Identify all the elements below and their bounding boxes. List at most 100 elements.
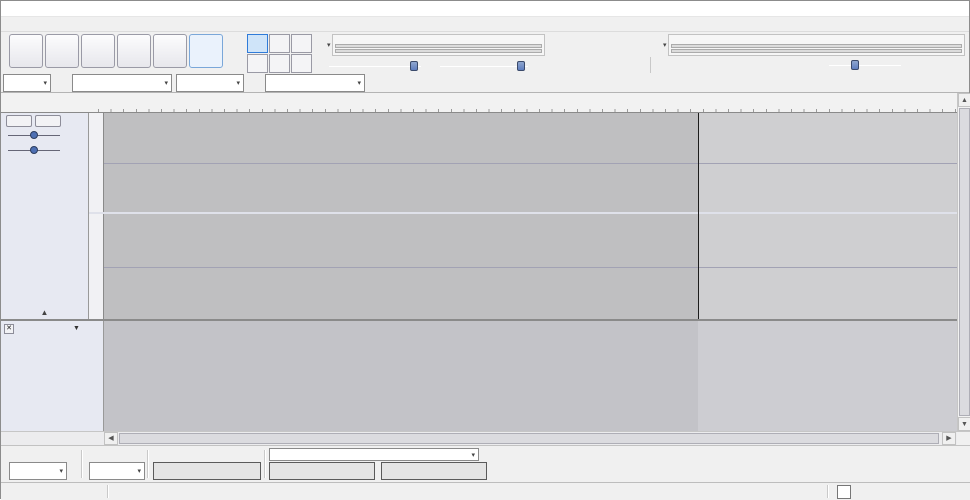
project-rate-select[interactable]: ▾	[9, 462, 67, 480]
zoom-tool-button[interactable]	[247, 54, 268, 73]
horizontal-scrollbar[interactable]: ◀ ▶	[1, 431, 970, 445]
device-toolbar: ▾ ▾ ▾ ▾	[3, 74, 365, 92]
audio-host-select[interactable]: ▾	[3, 74, 51, 92]
record-button[interactable]	[189, 34, 223, 68]
chevron-down-icon: ▾	[354, 79, 361, 87]
label-track-panel[interactable]: ✕ ▼	[1, 321, 104, 431]
audacity-window: ▾ ▾	[0, 0, 970, 499]
recording-meter-bar-left	[335, 44, 542, 48]
toolbar-separator	[81, 450, 82, 478]
playback-volume-slider[interactable]	[440, 59, 528, 73]
collapse-track-icon[interactable]: ▲	[41, 308, 49, 317]
recording-channels-select[interactable]: ▾	[176, 74, 244, 92]
waveform-channel-right[interactable]	[104, 214, 957, 319]
snap-to-select[interactable]: ▾	[89, 462, 145, 480]
microphone-icon	[313, 59, 326, 73]
playback-meter-scale	[671, 35, 962, 43]
close-button[interactable]	[940, 1, 969, 16]
slider-thumb[interactable]	[410, 61, 418, 71]
slider-thumb[interactable]	[30, 131, 38, 139]
recording-meter-bar-right	[335, 49, 542, 53]
vertical-ruler-ch2[interactable]	[89, 214, 104, 319]
track-control-panel[interactable]: ▲	[1, 113, 89, 319]
playback-device-select[interactable]: ▾	[265, 74, 365, 92]
mixer-toolbar	[313, 58, 545, 74]
minimize-button[interactable]	[882, 1, 911, 16]
timeline-ruler[interactable]	[1, 93, 957, 113]
speaker-icon	[248, 76, 261, 90]
selection-tool-button[interactable]	[247, 34, 268, 53]
stop-button[interactable]	[81, 34, 115, 68]
audio-position-field[interactable]	[153, 462, 261, 480]
playback-speed-slider[interactable]	[829, 58, 901, 72]
undo-button[interactable]	[656, 56, 674, 74]
audacity-logo-icon	[6, 3, 18, 15]
close-track-button[interactable]: ✕	[4, 324, 14, 334]
recording-meter[interactable]	[332, 34, 545, 56]
selection-end-field[interactable]	[381, 462, 487, 480]
playback-meter[interactable]	[668, 34, 965, 56]
vertical-scrollbar[interactable]: ▲ ▼	[957, 93, 970, 431]
pan-slider[interactable]	[6, 145, 62, 155]
maximize-button[interactable]	[911, 1, 940, 16]
play-at-speed-button[interactable]	[807, 56, 825, 74]
selection-mode-select[interactable]: ▾	[269, 448, 479, 461]
silence-audio-button[interactable]	[627, 56, 645, 74]
playback-meter-bar-left	[671, 44, 962, 48]
scroll-up-icon[interactable]: ▲	[958, 93, 970, 107]
slider-thumb[interactable]	[851, 60, 859, 70]
tools-toolbar	[247, 34, 312, 73]
toolbar-separator	[147, 450, 148, 478]
skip-to-end-button[interactable]	[153, 34, 187, 68]
label-track-content[interactable]	[104, 321, 957, 431]
redo-button[interactable]	[676, 56, 694, 74]
scroll-left-icon[interactable]: ◀	[104, 432, 118, 445]
menu-bar	[1, 17, 969, 32]
chevron-down-icon: ▾	[161, 79, 168, 87]
chevron-down-icon: ▾	[233, 79, 240, 87]
zoom-fit-button[interactable]	[763, 56, 781, 74]
trim-audio-button[interactable]	[607, 56, 625, 74]
cut-button[interactable]	[547, 56, 565, 74]
copy-button[interactable]	[567, 56, 585, 74]
recording-meter-scale	[335, 35, 542, 43]
envelope-tool-button[interactable]	[269, 34, 290, 53]
paste-button[interactable]	[587, 56, 605, 74]
vertical-scrollbar-thumb[interactable]	[959, 108, 970, 416]
zoom-in-button[interactable]	[703, 56, 721, 74]
chevron-down-icon: ▾	[40, 79, 47, 87]
multi-tool-button[interactable]	[291, 54, 312, 73]
recording-meter-toolbar: ▾	[313, 34, 545, 56]
scroll-right-icon[interactable]: ▶	[942, 432, 956, 445]
meter-dropdown-icon[interactable]: ▾	[327, 41, 331, 49]
zoom-out-button[interactable]	[723, 56, 741, 74]
window-controls	[882, 1, 969, 16]
chevron-down-icon: ▾	[56, 467, 63, 475]
draw-tool-button[interactable]	[291, 34, 312, 53]
skip-to-start-button[interactable]	[117, 34, 151, 68]
toolbar-separator	[650, 57, 651, 73]
edit-cursor	[698, 113, 699, 319]
scroll-down-icon[interactable]: ▼	[958, 417, 970, 431]
timeshift-tool-button[interactable]	[269, 54, 290, 73]
slider-thumb[interactable]	[30, 146, 38, 154]
vertical-ruler-ch1[interactable]	[89, 113, 104, 212]
recording-volume-slider[interactable]	[329, 59, 421, 73]
meter-dropdown-icon[interactable]: ▾	[663, 41, 667, 49]
statusbar-separator	[827, 485, 828, 498]
selection-start-field[interactable]	[269, 462, 375, 480]
solo-button[interactable]	[35, 115, 61, 127]
track-menu-icon[interactable]: ▼	[73, 325, 80, 332]
waveform-channel-left[interactable]	[104, 113, 957, 212]
horizontal-scrollbar-thumb[interactable]	[119, 433, 939, 444]
recording-device-select[interactable]: ▾	[72, 74, 172, 92]
mute-button[interactable]	[6, 115, 32, 127]
gain-slider[interactable]	[6, 130, 62, 140]
slider-thumb[interactable]	[517, 61, 525, 71]
play-at-speed-toolbar	[807, 56, 901, 74]
zoom-selection-button[interactable]	[743, 56, 761, 74]
toolbar-area: ▾ ▾	[1, 32, 969, 93]
zoom-toggle-button[interactable]	[783, 56, 801, 74]
play-button[interactable]	[45, 34, 79, 68]
pause-button[interactable]	[9, 34, 43, 68]
